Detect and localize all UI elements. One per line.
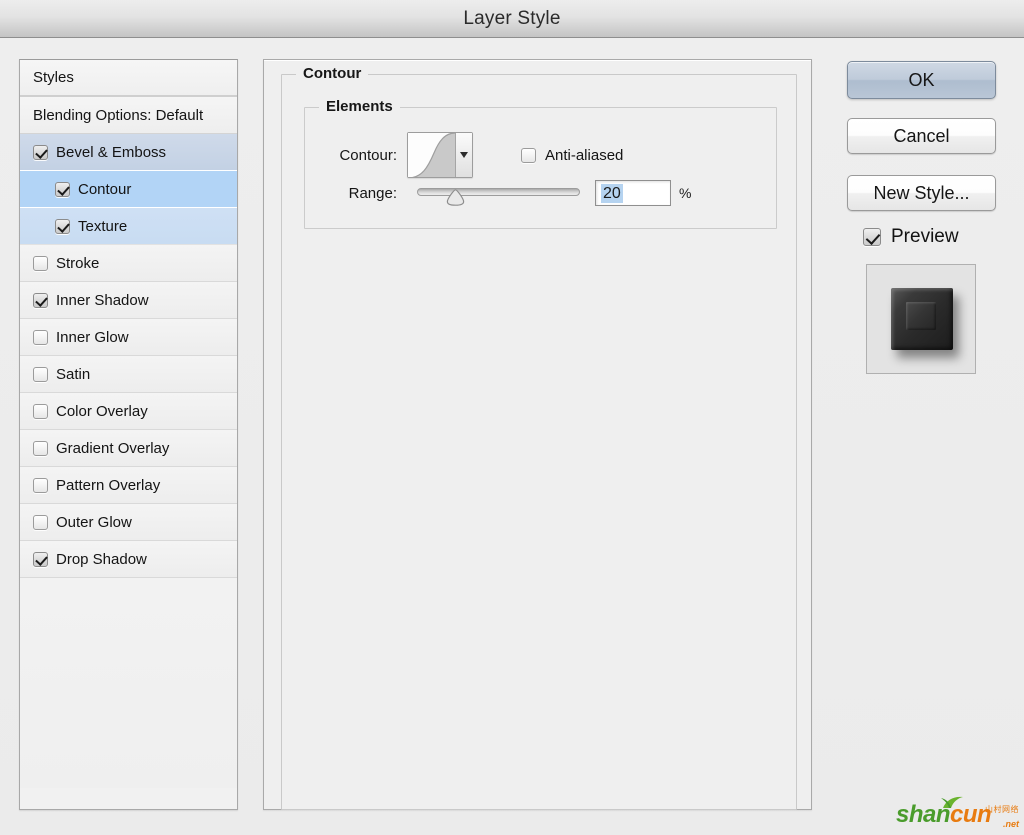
sidebar-item-bevel-emboss[interactable]: Bevel & Emboss (20, 134, 237, 171)
sidebar-item-satin[interactable]: Satin (20, 356, 237, 393)
sidebar-item-texture[interactable]: Texture (20, 208, 237, 245)
sidebar-item-label: Color Overlay (56, 402, 148, 420)
range-field-row: Range: 20 % (325, 180, 691, 206)
sidebar-item-label: Inner Shadow (56, 291, 149, 309)
watermark-domain: .net (1002, 819, 1019, 829)
sidebar-item-gradient-overlay[interactable]: Gradient Overlay (20, 430, 237, 467)
effect-checkbox[interactable] (33, 477, 48, 493)
sidebar-item-label: Contour (78, 180, 132, 198)
sidebar-item-color-overlay[interactable]: Color Overlay (20, 393, 237, 430)
anti-aliased-option[interactable]: Anti-aliased (521, 147, 623, 164)
preview-thumbnail (866, 264, 976, 374)
watermark-cn-text: 山村网络 (985, 805, 1019, 814)
new-style-button[interactable]: New Style... (847, 175, 996, 211)
sidebar-item-label: Outer Glow (56, 513, 132, 531)
sidebar-item-inner-shadow[interactable]: Inner Shadow (20, 282, 237, 319)
style-effects-list: Bevel & Emboss Contour Texture Stroke Inner … (20, 134, 237, 578)
sidebar-item-label: Pattern Overlay (56, 476, 161, 494)
contour-dropdown-arrow-icon[interactable] (455, 133, 472, 177)
ok-button[interactable]: OK (847, 61, 996, 99)
range-field-label: Range: (348, 184, 397, 202)
anti-aliased-label: Anti-aliased (545, 146, 624, 164)
sidebar-item-label: Texture (78, 217, 128, 235)
sidebar-item-label: Drop Shadow (56, 550, 147, 568)
effect-checkbox[interactable] (33, 403, 48, 419)
effect-checkbox[interactable] (33, 329, 48, 345)
effect-checkbox[interactable] (33, 144, 48, 160)
sidebar-item-stroke[interactable]: Stroke (20, 245, 237, 282)
sidebar-item-label: Bevel & Emboss (56, 143, 167, 161)
effect-checkbox[interactable] (33, 440, 48, 456)
sidebar-item-blending-options[interactable]: Blending Options: Default (20, 97, 237, 134)
sidebar-item-label: Gradient Overlay (56, 439, 170, 457)
effect-checkbox[interactable] (33, 514, 48, 530)
sidebar-item-label: Stroke (56, 254, 100, 272)
effect-checkbox[interactable] (33, 255, 48, 271)
window-title: Layer Style (463, 8, 561, 29)
elements-group-box: Elements Contour: Anti-aliased Range: 20… (304, 98, 777, 229)
watermark-brand: shancun (896, 801, 992, 828)
range-value-input[interactable]: 20 (595, 180, 671, 206)
list-empty-area (20, 578, 237, 788)
contour-field-label: Contour: (339, 146, 397, 164)
cancel-button[interactable]: Cancel (847, 118, 996, 154)
elements-group-legend: Elements (319, 98, 400, 115)
range-slider-track[interactable] (417, 188, 580, 196)
watermark-logo: shancun 山村网络 .net (896, 796, 1020, 832)
effect-checkbox[interactable] (33, 292, 48, 308)
preview-option[interactable]: Preview (863, 226, 959, 248)
contour-settings-panel: Contour Elements Contour: Anti-aliased R… (263, 59, 812, 810)
styles-list-header[interactable]: Styles (20, 60, 237, 97)
sidebar-item-label: Inner Glow (56, 328, 129, 346)
sidebar-item-contour[interactable]: Contour (20, 171, 237, 208)
sidebar-item-pattern-overlay[interactable]: Pattern Overlay (20, 467, 237, 504)
anti-aliased-checkbox[interactable] (521, 147, 536, 163)
sidebar-item-outer-glow[interactable]: Outer Glow (20, 504, 237, 541)
effect-checkbox[interactable] (55, 218, 70, 234)
range-percent-label: % (679, 185, 692, 201)
layer-style-dialog: Layer Style Styles Blending Options: Def… (0, 0, 1024, 835)
styles-header-label: Styles (33, 69, 74, 86)
contour-field-row: Contour: Anti-aliased (325, 132, 623, 178)
styles-list-panel: Styles Blending Options: Default Bevel &… (19, 59, 238, 810)
effect-checkbox[interactable] (55, 181, 70, 197)
preview-checkbox[interactable] (863, 228, 881, 246)
blending-options-label: Blending Options: Default (33, 106, 204, 124)
preview-label: Preview (891, 226, 959, 247)
sidebar-item-inner-glow[interactable]: Inner Glow (20, 319, 237, 356)
contour-group-box: Contour Elements Contour: Anti-aliased R… (281, 65, 797, 810)
contour-group-legend: Contour (296, 65, 369, 82)
title-bar: Layer Style (0, 0, 1024, 38)
contour-preset-picker[interactable] (407, 132, 473, 178)
range-value-text: 20 (601, 183, 623, 203)
range-slider-thumb[interactable] (446, 189, 465, 206)
preview-thumbnail-shape (891, 288, 953, 350)
effect-checkbox[interactable] (33, 551, 48, 567)
sidebar-item-label: Satin (56, 365, 91, 383)
contour-curve-preview (408, 133, 455, 177)
watermark-brand-part1: shan (896, 801, 951, 828)
range-slider[interactable] (417, 182, 580, 206)
effect-checkbox[interactable] (33, 366, 48, 382)
sidebar-item-drop-shadow[interactable]: Drop Shadow (20, 541, 237, 578)
